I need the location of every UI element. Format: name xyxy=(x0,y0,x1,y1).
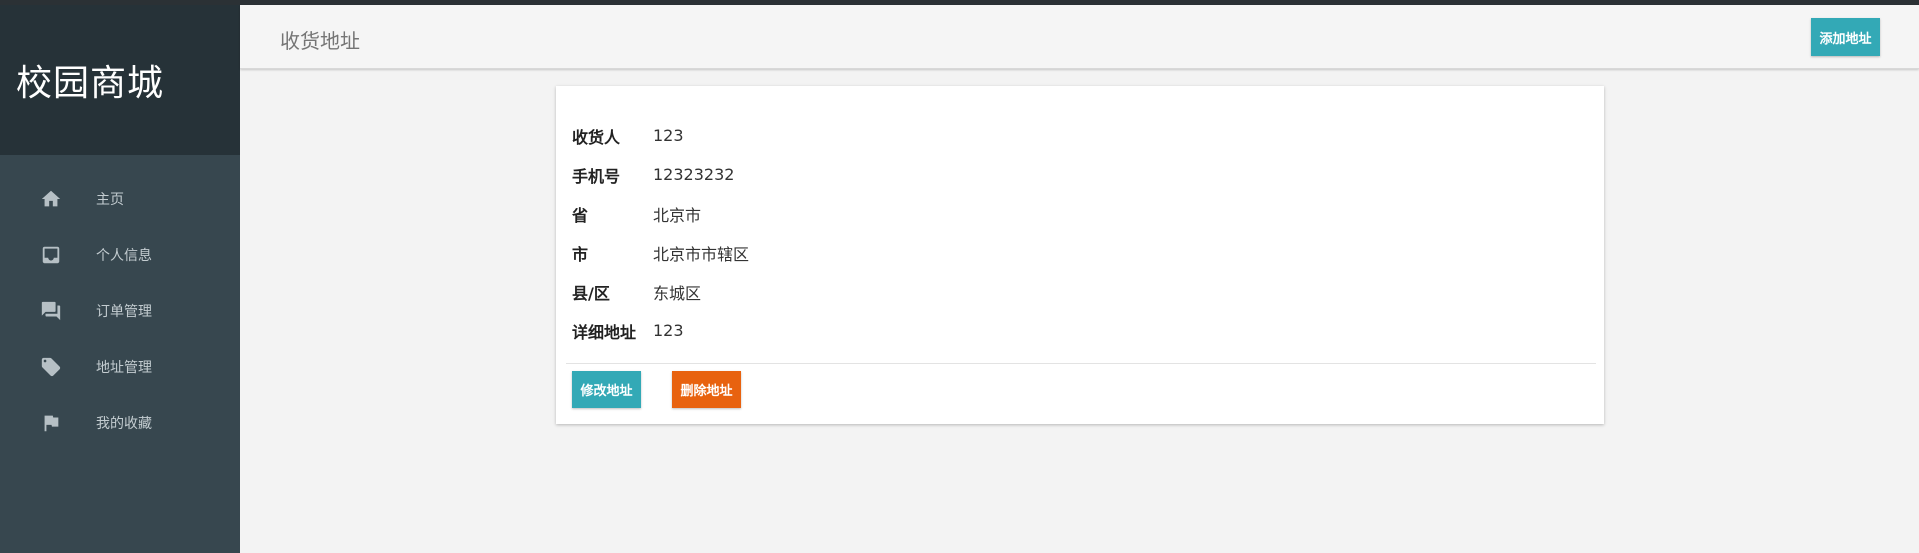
field-label: 手机号 xyxy=(572,166,621,186)
chat-icon xyxy=(40,300,62,322)
address-card: 收货人 123 手机号 12323232 省 北京市 市 北京市市辖区 县/区 … xyxy=(556,86,1604,424)
field-city: 市 北京市市辖区 xyxy=(572,233,1604,272)
card-divider xyxy=(566,363,1596,364)
page-header: 收货地址 添加地址 xyxy=(240,5,1919,69)
address-fields: 收货人 123 手机号 12323232 省 北京市 市 北京市市辖区 县/区 … xyxy=(556,86,1604,350)
field-label: 省 xyxy=(572,205,589,225)
sidebar-item-label: 我的收藏 xyxy=(96,416,152,432)
add-address-button[interactable]: 添加地址 xyxy=(1811,18,1880,56)
field-phone: 手机号 12323232 xyxy=(572,155,1604,194)
sidebar-item-address[interactable]: 地址管理 xyxy=(0,339,240,395)
sidebar-item-label: 订单管理 xyxy=(96,304,152,320)
field-value: 12323232 xyxy=(653,165,735,184)
sidebar-nav: 主页 个人信息 订单管理 地址管理 我的收藏 xyxy=(0,155,240,451)
tag-icon xyxy=(40,356,62,378)
edit-address-button[interactable]: 修改地址 xyxy=(572,371,641,408)
field-value: 123 xyxy=(653,126,684,145)
brand: 校园商城 xyxy=(0,5,240,155)
home-icon xyxy=(40,188,62,210)
field-label: 收货人 xyxy=(572,127,621,147)
page-title: 收货地址 xyxy=(280,29,360,53)
sidebar-item-favorites[interactable]: 我的收藏 xyxy=(0,395,240,451)
field-value: 北京市 xyxy=(653,205,702,225)
field-province: 省 北京市 xyxy=(572,194,1604,233)
field-district: 县/区 东城区 xyxy=(572,272,1604,311)
sidebar-item-label: 地址管理 xyxy=(96,360,152,376)
delete-address-button[interactable]: 删除地址 xyxy=(672,371,741,408)
sidebar: 校园商城 主页 个人信息 订单管理 地址管理 我的收藏 xyxy=(0,5,240,553)
flag-icon xyxy=(40,412,62,434)
sidebar-item-orders[interactable]: 订单管理 xyxy=(0,283,240,339)
field-detail-address: 详细地址 123 xyxy=(572,311,1604,350)
field-label: 市 xyxy=(572,244,589,264)
field-label: 详细地址 xyxy=(572,322,637,342)
sidebar-item-label: 个人信息 xyxy=(96,248,152,264)
field-value: 东城区 xyxy=(653,283,702,303)
sidebar-item-home[interactable]: 主页 xyxy=(0,171,240,227)
field-receiver: 收货人 123 xyxy=(572,116,1604,155)
sidebar-item-label: 主页 xyxy=(96,192,124,208)
field-value: 北京市市辖区 xyxy=(653,244,750,264)
field-value: 123 xyxy=(653,321,684,340)
field-label: 县/区 xyxy=(572,283,610,303)
inbox-icon xyxy=(40,244,62,266)
sidebar-item-profile[interactable]: 个人信息 xyxy=(0,227,240,283)
brand-title: 校园商城 xyxy=(16,63,165,104)
